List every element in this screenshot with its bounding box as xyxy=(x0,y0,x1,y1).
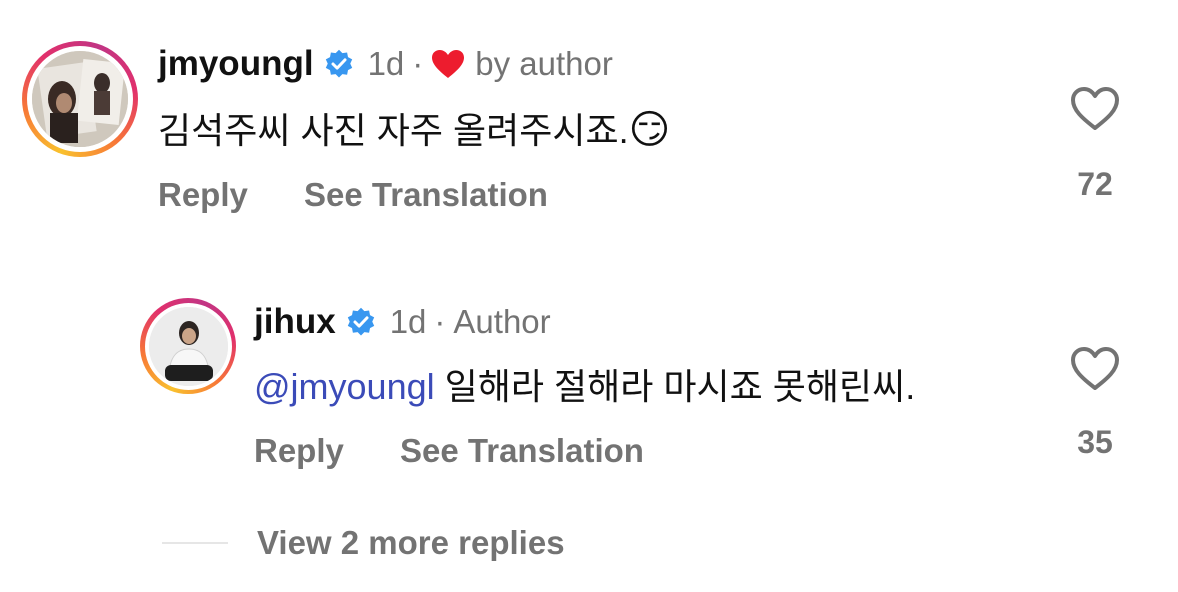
separator-dot: · xyxy=(412,45,424,82)
avatar-photo-icon xyxy=(32,51,128,147)
see-translation-button[interactable]: See Translation xyxy=(400,432,644,470)
username[interactable]: jihux xyxy=(254,302,336,342)
see-translation-button[interactable]: See Translation xyxy=(304,176,548,214)
mention-link[interactable]: @jmyoungl xyxy=(254,366,435,407)
view-more-divider xyxy=(162,542,228,544)
username[interactable]: jmyoungl xyxy=(158,44,314,84)
avatar-photo-icon xyxy=(148,306,228,386)
verified-badge-icon xyxy=(324,49,354,79)
avatar xyxy=(32,51,128,147)
like-count: 35 xyxy=(1077,424,1113,460)
smirk-emoji: 😏 xyxy=(628,108,671,152)
avatar-story-ring[interactable] xyxy=(140,298,236,394)
separator-dot: · xyxy=(434,303,446,340)
like-button[interactable] xyxy=(1065,346,1125,397)
heart-outline-icon xyxy=(1070,347,1120,396)
verified-badge-icon xyxy=(346,307,376,337)
avatar-story-ring[interactable] xyxy=(22,41,138,157)
red-heart-icon xyxy=(431,49,465,79)
reply-button[interactable]: Reply xyxy=(254,432,344,470)
comment-text: 김석주씨 사진 자주 올려주시죠.😏 xyxy=(158,108,671,152)
author-label: Author xyxy=(453,303,551,340)
view-more-replies-button[interactable]: View 2 more replies xyxy=(257,524,565,562)
reply-button[interactable]: Reply xyxy=(158,176,248,214)
like-count: 72 xyxy=(1077,166,1113,202)
comment-time: 1d xyxy=(389,303,427,340)
comment-text: @jmyoungl 일해라 절해라 마시죠 못해린씨. xyxy=(254,366,916,407)
comment-time: 1d xyxy=(367,45,405,82)
like-button[interactable] xyxy=(1065,86,1125,137)
liked-by-author-label: by author xyxy=(475,45,613,82)
heart-outline-icon xyxy=(1070,87,1120,136)
avatar xyxy=(148,306,228,386)
